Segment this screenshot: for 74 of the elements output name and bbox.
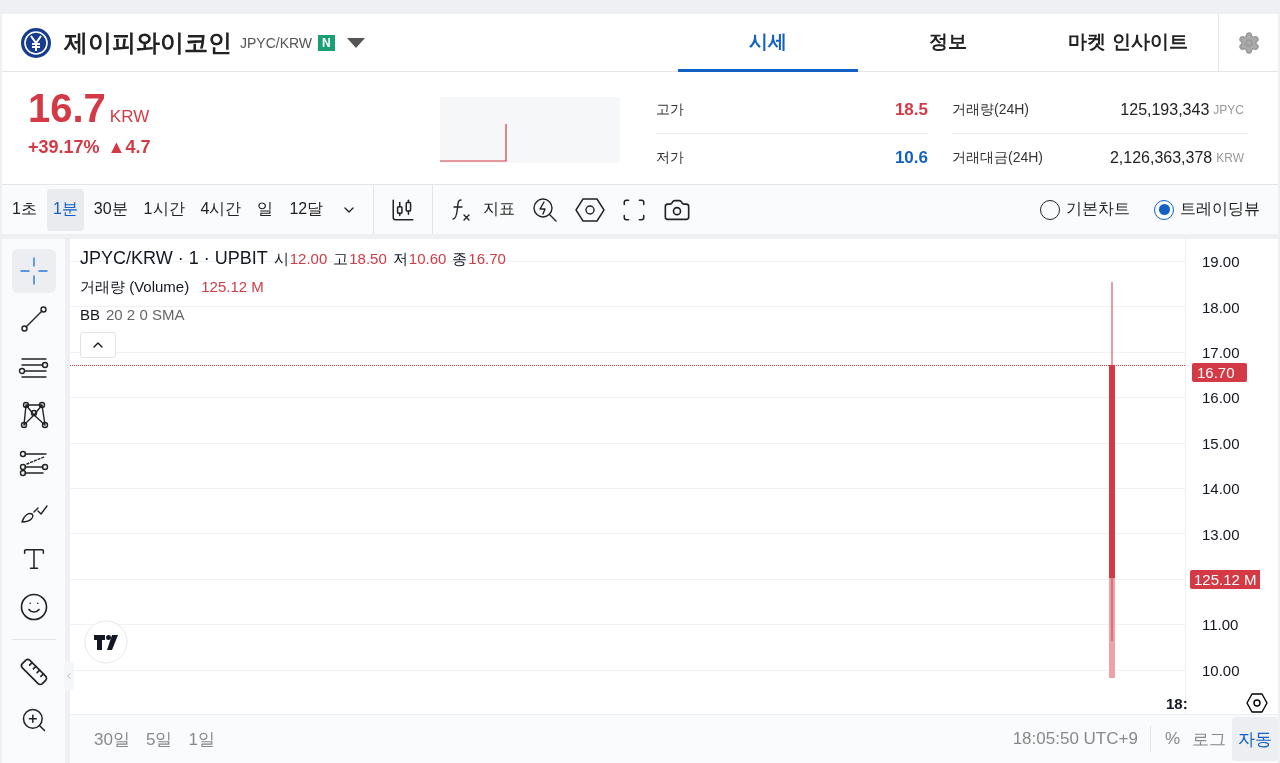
- price-tick: 16.00: [1202, 389, 1240, 407]
- change-amount: ▲4.7: [107, 137, 151, 158]
- tab[interactable]: 마켓 인사이트: [1038, 13, 1218, 72]
- radio-label: 기본차트: [1066, 199, 1130, 219]
- chart-mode-radio[interactable]: 트레이딩뷰: [1148, 198, 1266, 221]
- ohlc-label: 시: [273, 250, 289, 269]
- chart-mode-radio[interactable]: 기본차트: [1034, 198, 1136, 221]
- coin-name: 제이피와이코인: [64, 27, 232, 58]
- radio-label: 트레이딩뷰: [1180, 199, 1260, 219]
- indicator-params: 20 2 0 SMA: [106, 306, 185, 323]
- ohlc-value: 16.70: [468, 250, 506, 267]
- stat-value: 10.6: [894, 148, 928, 168]
- range-button[interactable]: 5일: [137, 727, 181, 751]
- stat-value: 2,126,363,378: [1109, 149, 1213, 167]
- ohlc-label: 저: [392, 250, 408, 269]
- interval-button[interactable]: 1분: [46, 188, 84, 231]
- price-tick: 19.00: [1202, 253, 1240, 271]
- interval-button[interactable]: 일: [251, 188, 280, 231]
- symbol-title: JPYC/KRW · 1 · UPBIT: [80, 248, 268, 269]
- fullscreen-icon: [621, 196, 648, 223]
- interval-button[interactable]: 1초: [6, 188, 43, 231]
- price-tick: 18.00: [1202, 298, 1240, 316]
- stat-unit: JPYC: [1213, 102, 1244, 117]
- crosshair-icon: [17, 255, 50, 287]
- stat-unit: KRW: [1216, 151, 1244, 165]
- stat-label: 고가: [656, 100, 684, 119]
- price-tick: 14.00: [1202, 480, 1240, 498]
- price-tick: 13.00: [1202, 525, 1240, 543]
- pair-label: JPYC/KRW: [240, 34, 313, 51]
- time-tick: 18:: [1166, 694, 1188, 712]
- range-button[interactable]: 30일: [86, 727, 138, 751]
- ohlc-value: 10.60: [408, 250, 447, 267]
- axis-settings-icon[interactable]: [1246, 693, 1268, 714]
- current-price: 16.7: [28, 86, 106, 131]
- clock: 18:05:50 UTC+9: [1012, 729, 1138, 749]
- volume-value: 125.12 M: [201, 278, 264, 295]
- interval-button[interactable]: 1시간: [137, 188, 191, 231]
- new-badge: N: [318, 34, 335, 51]
- tab[interactable]: 정보: [858, 13, 1038, 72]
- volume-label: 거래량 (Volume): [80, 278, 190, 297]
- price-unit: KRW: [109, 107, 150, 127]
- price-tick: 11.00: [1202, 616, 1239, 634]
- stat-value: 18.5: [894, 99, 928, 120]
- ohlc-label: 고: [333, 250, 349, 269]
- stat-label: 거래량(24H): [952, 100, 1029, 119]
- chevron-left-icon: [64, 671, 74, 681]
- stat-label: 거래대금(24H): [952, 149, 1043, 167]
- indicator-button[interactable]: 지표: [441, 189, 524, 230]
- scale-button[interactable]: %: [1158, 717, 1186, 761]
- interval-button[interactable]: 12달: [283, 188, 330, 231]
- indicator-name: BB: [80, 306, 100, 323]
- stat-value: 125,193,343: [1120, 100, 1210, 119]
- change-rate: +39.17%: [28, 137, 100, 158]
- volume-badge: 125.12 M: [1190, 569, 1260, 589]
- ruler-icon: [18, 657, 49, 687]
- yen-coin-icon: [20, 26, 52, 59]
- gear-icon: [1236, 30, 1261, 55]
- price-tick: 10.00: [1202, 661, 1240, 679]
- collapse-legend-button[interactable]: [80, 332, 116, 358]
- collapse-handle[interactable]: [64, 661, 74, 691]
- price-tick: 15.00: [1202, 434, 1240, 452]
- ohlc-label: 종: [452, 250, 468, 269]
- smiley-icon: [18, 592, 49, 622]
- ohlc-value: 12.00: [289, 250, 328, 267]
- logo-icon[interactable]: [84, 620, 128, 664]
- scale-button[interactable]: 자동: [1232, 717, 1278, 761]
- stat-label: 저가: [656, 149, 684, 167]
- interval-button[interactable]: 30분: [87, 188, 134, 231]
- price-tick: 17.00: [1202, 343, 1240, 361]
- interval-button[interactable]: 4시간: [194, 188, 248, 231]
- last-price-badge: 16.70: [1192, 363, 1247, 382]
- hexagon-icon: [575, 195, 606, 224]
- caret-icon[interactable]: [346, 37, 365, 48]
- ohlc-value: 18.50: [349, 250, 387, 267]
